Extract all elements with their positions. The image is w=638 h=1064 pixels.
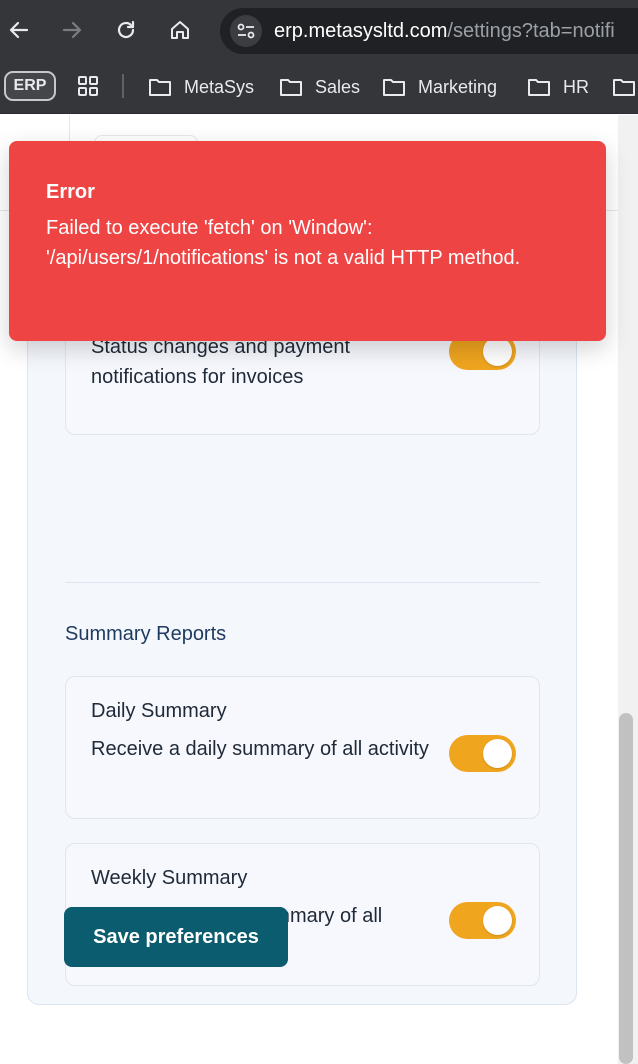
site-settings-icon[interactable] [230,15,262,47]
bookmark-label: Sales [315,76,361,97]
bookmark-more-folder[interactable] [612,74,638,100]
toggle-knob [483,337,512,366]
back-arrow-icon[interactable] [4,15,34,45]
weekly-summary-title: Weekly Summary [91,867,248,889]
forward-arrow-icon[interactable] [57,15,87,45]
url-path: /settings?tab=notifi [447,20,615,42]
folder-icon [613,79,635,96]
daily-summary-description: Receive a daily summary of all activity [91,738,429,760]
bookmark-label: Marketing [418,76,498,97]
invoice-notifications-description: Status changes and payment notifications… [91,336,351,388]
folder-icon [149,79,171,96]
url-host: erp.metasysltd.com [274,20,448,42]
daily-summary-box: Daily Summary Receive a daily summary of… [65,676,540,819]
daily-summary-title: Daily Summary [91,700,227,722]
bookmark-sales[interactable]: Sales [279,74,360,100]
folder-icon [528,79,550,96]
daily-summary-toggle[interactable] [449,735,516,772]
toggle-knob [483,739,512,768]
error-toast[interactable]: Error Failed to execute 'fetch' on 'Wind… [9,141,606,341]
bookmark-marketing[interactable]: Marketing [382,74,497,100]
bookmark-label: MetaSys [184,76,255,97]
bookmark-separator [122,74,124,98]
browser-toolbar: erp.metasysltd.com/settings?tab=notifi [0,0,638,62]
toast-title: Error [46,181,95,203]
address-bar[interactable]: erp.metasysltd.com/settings?tab=notifi [220,8,638,54]
bookmark-erp[interactable]: ERP [4,71,56,101]
bookmark-hr[interactable]: HR [527,74,589,100]
reload-icon[interactable] [111,15,141,45]
folder-icon [280,79,302,96]
toggle-knob [483,906,512,935]
section-divider [65,582,540,583]
home-icon[interactable] [165,15,195,45]
bookmark-label: HR [563,76,589,97]
summary-reports-heading: Summary Reports [65,623,227,645]
folder-icon [383,79,405,96]
notification-preferences-card: Status changes and payment notifications… [27,208,577,1005]
toast-message: Failed to execute 'fetch' on 'Window': '… [46,217,521,269]
save-preferences-button[interactable]: Save preferences [64,907,288,967]
apps-grid-icon[interactable] [76,74,100,103]
weekly-summary-toggle[interactable] [449,902,516,939]
url-text[interactable]: erp.metasysltd.com/settings?tab=notifi [274,20,615,43]
bookmarks-bar: ERP MetaSys Sales Marketing HR [0,62,638,114]
scrollbar-thumb[interactable] [619,713,633,1064]
bookmark-metasys[interactable]: MetaSys [148,74,254,100]
